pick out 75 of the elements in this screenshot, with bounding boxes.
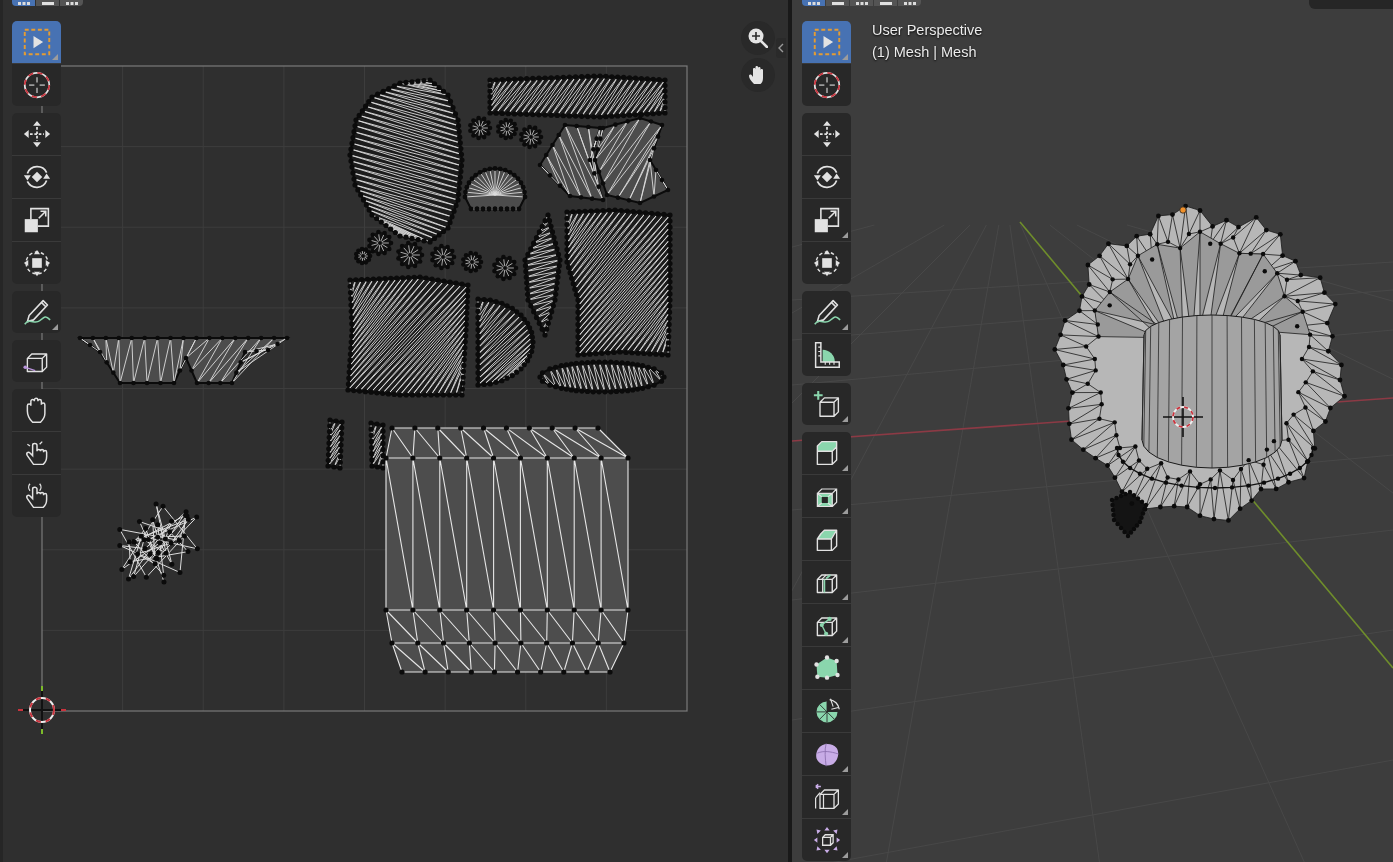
- tool-button[interactable]: [12, 431, 61, 474]
- tool-button[interactable]: [802, 333, 851, 376]
- tool-button[interactable]: [802, 113, 851, 155]
- tool-button[interactable]: [802, 63, 851, 106]
- cursor-marker-icon: [17, 685, 67, 735]
- dots-icon: [807, 2, 820, 5]
- object-info: (1) Mesh | Mesh: [872, 43, 978, 62]
- tool-button[interactable]: [802, 198, 851, 241]
- tool-button[interactable]: [12, 340, 61, 382]
- tool-button[interactable]: [802, 291, 851, 333]
- dots-icon: [903, 2, 916, 5]
- select-mode-button[interactable]: [898, 0, 921, 6]
- ruler-icon: [812, 341, 841, 369]
- square-icon: [879, 2, 892, 5]
- select-box-icon: [812, 28, 841, 56]
- tool-button[interactable]: [802, 818, 851, 861]
- select-mode-button[interactable]: [874, 0, 897, 6]
- zoom-button[interactable]: [741, 21, 775, 55]
- move-arrows-icon: [812, 120, 841, 148]
- cube-icon: [812, 826, 841, 854]
- move-arrows-icon: [22, 120, 51, 148]
- select-mode-button[interactable]: [36, 0, 59, 6]
- dots-icon: [17, 2, 30, 5]
- select-mode-button[interactable]: [850, 0, 873, 6]
- select-mode-button[interactable]: [60, 0, 83, 6]
- transform-icon: [22, 249, 51, 277]
- tool-button[interactable]: [802, 560, 851, 603]
- rotate-icon: [22, 163, 51, 191]
- zoom-in-icon: [748, 28, 768, 48]
- tool-button[interactable]: [802, 383, 851, 425]
- tool-button[interactable]: [12, 291, 61, 333]
- tool-button[interactable]: [802, 432, 851, 474]
- tool-button[interactable]: [802, 474, 851, 517]
- select-mode-button[interactable]: [826, 0, 849, 6]
- tool-button[interactable]: [802, 775, 851, 818]
- tool-button[interactable]: [802, 689, 851, 732]
- uv-island: [492, 254, 519, 282]
- select-mode-button[interactable]: [12, 0, 35, 6]
- view-title: User Perspective: [872, 21, 983, 40]
- tool-button[interactable]: [802, 732, 851, 775]
- cube-icon: [812, 783, 841, 811]
- cube-plus-icon: [812, 390, 841, 418]
- tool-button[interactable]: [802, 155, 851, 198]
- tool-button[interactable]: [12, 198, 61, 241]
- tool-button[interactable]: [802, 603, 851, 646]
- pencil-icon: [812, 298, 841, 326]
- tool-button[interactable]: [802, 646, 851, 689]
- resize-icon: [22, 206, 51, 234]
- square-icon: [831, 2, 844, 5]
- uv-island: [325, 417, 345, 471]
- sidebar-toggle-button[interactable]: [776, 38, 786, 58]
- tool-button[interactable]: [802, 241, 851, 284]
- tool-button[interactable]: [12, 474, 61, 517]
- select-box-icon: [22, 28, 51, 56]
- pan-button[interactable]: [741, 58, 775, 92]
- tool-button[interactable]: [12, 155, 61, 198]
- dots-icon: [65, 2, 78, 5]
- tool-button[interactable]: [12, 63, 61, 106]
- rotate-icon: [812, 163, 841, 191]
- polygon-icon: [812, 654, 841, 682]
- pencil-icon: [22, 298, 51, 326]
- dots-icon: [855, 2, 868, 5]
- tool-button[interactable]: [12, 389, 61, 431]
- cursor-marker-icon: [1162, 396, 1204, 438]
- crosshair-icon: [812, 71, 841, 99]
- crosshair-icon: [22, 71, 51, 99]
- select-mode-button[interactable]: [802, 0, 825, 6]
- tool-button[interactable]: [12, 241, 61, 284]
- origin-point-icon: [1179, 206, 1187, 214]
- chevron-left-icon: [778, 43, 784, 53]
- square-icon: [41, 2, 54, 5]
- resize-icon: [812, 206, 841, 234]
- transform-icon: [812, 249, 841, 277]
- tool-button[interactable]: [12, 113, 61, 155]
- tool-button[interactable]: [802, 517, 851, 560]
